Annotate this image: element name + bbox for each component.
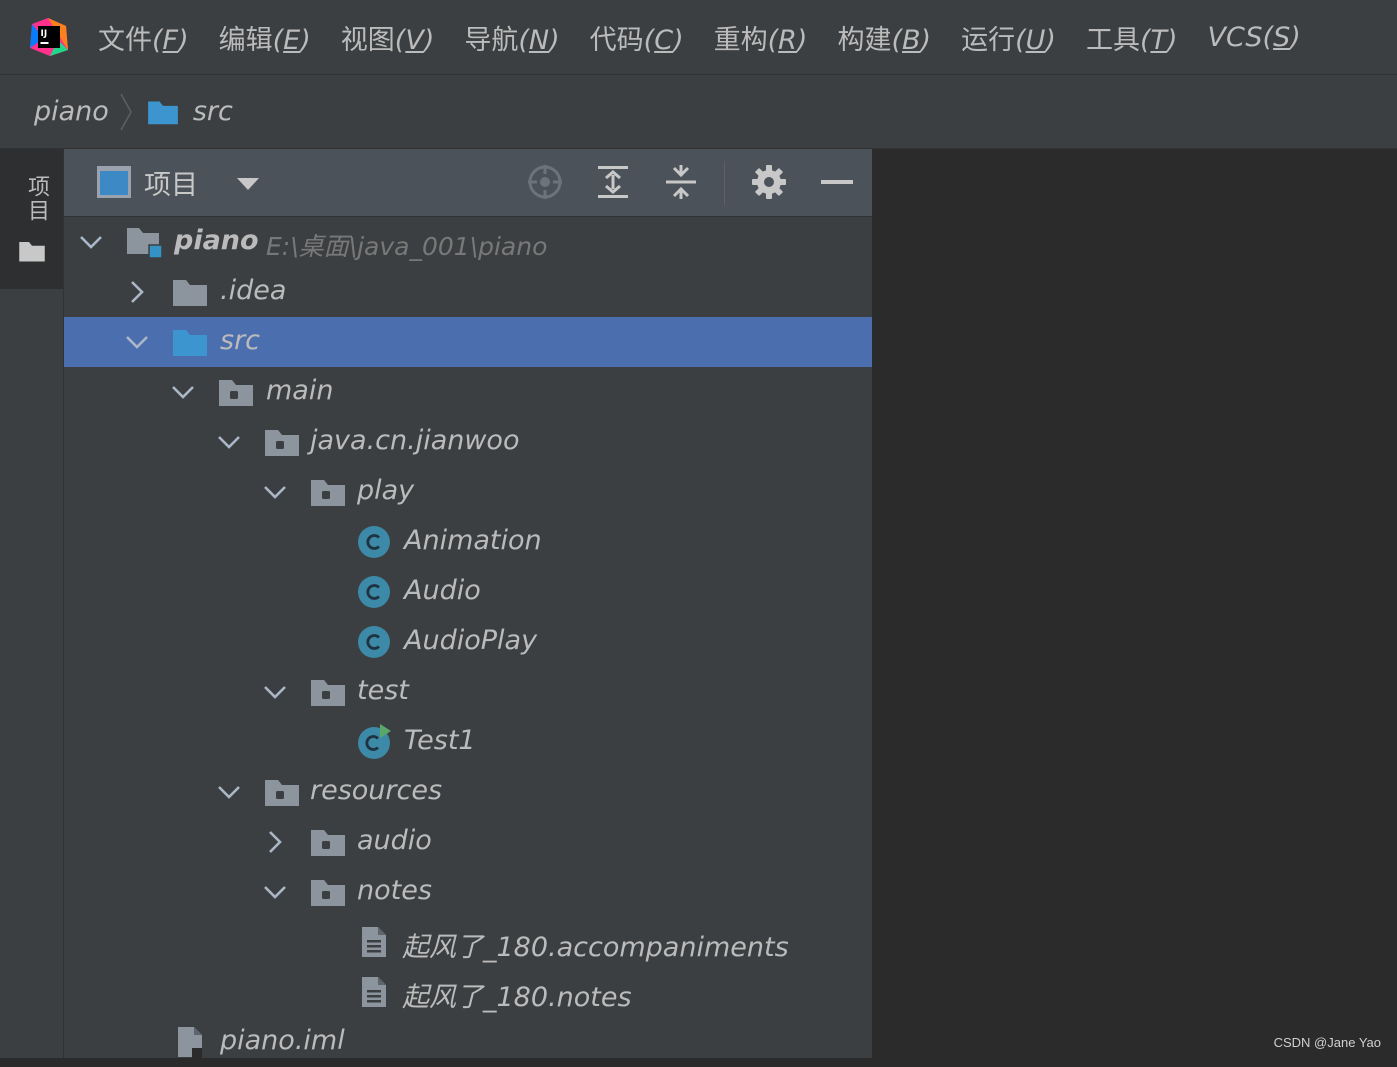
tree-row-label: src xyxy=(220,325,261,356)
project-tree: piano E:\桌面\java_001\piano .idea src mai… xyxy=(64,217,872,1067)
tree-row-label: 起风了_180.notes xyxy=(402,982,632,1013)
tree-row-notes-file[interactable]: 起风了_180.notes xyxy=(64,967,872,1017)
chevron-right-icon[interactable] xyxy=(124,280,150,304)
toolbar-separator xyxy=(724,161,725,205)
tree-row-audio-folder[interactable]: audio xyxy=(64,817,872,867)
tree-row-accompaniments-file[interactable]: 起风了_180.accompaniments xyxy=(64,917,872,967)
gear-icon[interactable] xyxy=(750,163,788,201)
tree-row-label: 起风了_180.accompaniments xyxy=(402,932,789,963)
chevron-down-icon[interactable] xyxy=(78,230,104,254)
tree-row-label: AudioPlay xyxy=(404,625,538,656)
package-folder-icon xyxy=(310,826,346,858)
expand-all-icon[interactable] xyxy=(594,163,632,201)
package-folder-icon xyxy=(310,676,346,708)
tree-row-label: Test1 xyxy=(404,725,476,756)
menu-run[interactable]: 运行(U) xyxy=(961,18,1056,57)
tree-row-label: notes xyxy=(357,875,432,906)
tree-row-label: audio xyxy=(357,825,432,856)
menu-file[interactable]: 文件(F) xyxy=(98,18,189,57)
tree-row-piano-iml[interactable]: piano.iml xyxy=(64,1017,872,1067)
menu-navigate[interactable]: 导航(N) xyxy=(464,18,559,57)
tree-row-audio-class[interactable]: Audio xyxy=(64,567,872,617)
menu-build[interactable]: 构建(B) xyxy=(837,18,931,57)
chevron-down-icon[interactable] xyxy=(262,480,288,504)
text-file-icon xyxy=(356,924,392,960)
menu-edit[interactable]: 编辑(E) xyxy=(219,18,311,57)
intellij-logo-icon: IJ xyxy=(30,18,68,56)
project-tab-label: 项目 xyxy=(24,175,49,223)
collapse-all-icon[interactable] xyxy=(662,163,700,201)
breadcrumb-project[interactable]: piano xyxy=(34,96,109,127)
chevron-down-icon[interactable] xyxy=(170,380,196,404)
package-folder-icon xyxy=(310,476,346,508)
tree-row-java-cn-jianwoo[interactable]: java.cn.jianwoo xyxy=(64,417,872,467)
tree-row-animation[interactable]: Animation xyxy=(64,517,872,567)
menu-bar: IJ 文件(F) 编辑(E) 视图(V) 导航(N) 代码(C) 重构(R) 构… xyxy=(0,0,1397,75)
tree-row-label: piano.iml xyxy=(220,1025,345,1056)
menu-vcs[interactable]: VCS(S) xyxy=(1208,22,1301,53)
chevron-down-icon[interactable] xyxy=(262,680,288,704)
text-file-icon xyxy=(356,974,392,1010)
module-folder-icon xyxy=(126,226,162,258)
class-icon xyxy=(356,574,392,610)
tree-row-resources[interactable]: resources xyxy=(64,767,872,817)
tree-row-idea[interactable]: .idea xyxy=(64,267,872,317)
folder-icon xyxy=(172,276,208,308)
tree-row-label: piano xyxy=(174,225,259,256)
project-view-icon xyxy=(97,166,131,198)
locate-target-icon[interactable] xyxy=(526,163,564,201)
chevron-down-icon[interactable] xyxy=(262,880,288,904)
editor-area[interactable] xyxy=(873,149,1397,1058)
project-path: E:\桌面\java_001\piano xyxy=(266,232,548,261)
project-tool-window-tab[interactable]: 项目 xyxy=(0,149,63,289)
hide-panel-icon[interactable] xyxy=(818,163,856,201)
package-folder-icon xyxy=(264,426,300,458)
watermark: CSDN @Jane Yao xyxy=(1273,1035,1381,1050)
breadcrumb-src[interactable]: src xyxy=(193,96,233,127)
tree-row-audioplay[interactable]: AudioPlay xyxy=(64,617,872,667)
tree-row-play[interactable]: play xyxy=(64,467,872,517)
tree-row-label: test xyxy=(357,675,409,706)
project-panel-header: 项目 xyxy=(64,149,872,217)
folder-icon xyxy=(19,242,45,262)
tree-row-test[interactable]: test xyxy=(64,667,872,717)
svg-text:IJ: IJ xyxy=(41,29,48,39)
project-view-label: 项目 xyxy=(144,170,198,201)
tree-row-notes[interactable]: notes xyxy=(64,867,872,917)
tree-row-label: java.cn.jianwoo xyxy=(310,425,520,456)
breadcrumb-separator-icon xyxy=(120,93,132,130)
tree-row-test1[interactable]: Test1 xyxy=(64,717,872,767)
source-folder-icon xyxy=(145,98,181,126)
tree-row-label: Audio xyxy=(404,575,481,606)
menu-tools[interactable]: 工具(T) xyxy=(1086,18,1178,57)
tree-row-label: play xyxy=(357,475,415,506)
view-dropdown-icon[interactable] xyxy=(236,177,260,191)
runnable-class-icon xyxy=(356,724,392,760)
tree-row-src[interactable]: src xyxy=(64,317,872,367)
class-icon xyxy=(356,624,392,660)
tree-row-label: Animation xyxy=(404,525,542,556)
breadcrumb: piano src xyxy=(0,75,1397,149)
class-icon xyxy=(356,524,392,560)
tree-row-label: main xyxy=(266,375,334,406)
module-file-icon xyxy=(172,1024,208,1060)
package-folder-icon xyxy=(310,876,346,908)
source-folder-icon xyxy=(172,326,208,358)
chevron-down-icon[interactable] xyxy=(216,430,242,454)
package-folder-icon xyxy=(264,776,300,808)
tree-row-label: .idea xyxy=(220,275,287,306)
menu-code[interactable]: 代码(C) xyxy=(590,18,684,57)
chevron-down-icon[interactable] xyxy=(124,330,150,354)
chevron-down-icon[interactable] xyxy=(216,780,242,804)
tool-window-stripe: 项目 xyxy=(0,149,64,1058)
tree-row-main[interactable]: main xyxy=(64,367,872,417)
chevron-right-icon[interactable] xyxy=(262,830,288,854)
menu-view[interactable]: 视图(V) xyxy=(341,18,435,57)
tree-row-piano[interactable]: piano E:\桌面\java_001\piano xyxy=(64,217,872,267)
tree-row-label: resources xyxy=(310,775,443,806)
project-panel: 项目 piano E:\桌面\java_001\piano .idea src … xyxy=(64,149,873,1058)
package-folder-icon xyxy=(218,376,254,408)
menu-refactor[interactable]: 重构(R) xyxy=(714,18,808,57)
